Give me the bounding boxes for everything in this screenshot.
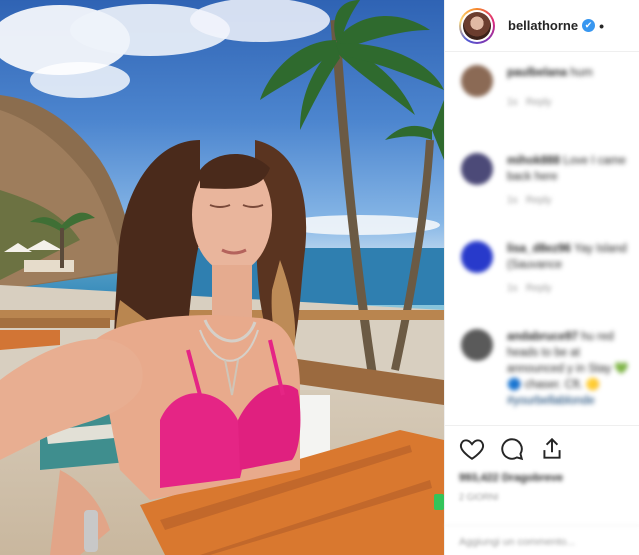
add-comment-input[interactable]: Aggiungi un commento... (445, 525, 639, 555)
comment-text: paulbelana hum (507, 65, 631, 81)
comment-author[interactable]: andabruce97 (507, 331, 578, 343)
commenter-avatar[interactable] (461, 153, 493, 185)
commenter-avatar[interactable] (461, 329, 493, 361)
beach-photo-illustration (0, 0, 444, 555)
comment-author[interactable]: lisa_d8ez96 (507, 243, 571, 255)
reply-button[interactable]: Reply (526, 283, 552, 294)
comment-text: andabruce97 hu red heads to be at announ… (507, 329, 631, 409)
post-header: bellathorne ✔ • (445, 0, 639, 52)
comment-item: andabruce97 hu red heads to be at announ… (445, 319, 639, 419)
share-icon[interactable] (539, 436, 565, 462)
comment-meta: 1s Reply (507, 195, 551, 206)
comment-item: mihok888 Love I came back here 1s Reply (445, 143, 639, 231)
avatar[interactable] (459, 7, 495, 44)
post-side-panel: bellathorne ✔ • paulbelana hum 1s Reply … (444, 0, 639, 555)
comment-text: mihok888 Love I came back here (507, 153, 631, 185)
comment-meta: 1s Reply (507, 283, 551, 294)
reply-button[interactable]: Reply (526, 97, 552, 108)
username-link[interactable]: bellathorne (508, 18, 578, 33)
avatar-image (463, 11, 491, 40)
avatar-inner (461, 9, 493, 42)
comment-author[interactable]: mihok888 (507, 155, 560, 167)
comment-author[interactable]: paulbelana (507, 67, 567, 79)
comment-icon[interactable] (499, 436, 525, 462)
comment-meta: 1s Reply (507, 97, 551, 108)
comment-item: paulbelana hum 1s Reply (445, 55, 639, 143)
comment-item: lisa_d8ez96 Yay Island (Sauvance 1s Repl… (445, 231, 639, 319)
hashtag-link[interactable]: #yourbellablonde (507, 395, 595, 407)
scroll-indicator (434, 494, 444, 510)
verified-badge-icon: ✔ (582, 19, 596, 32)
reply-button[interactable]: Reply (526, 195, 552, 206)
heart-icon[interactable] (459, 436, 485, 462)
comment-time: 1s (507, 195, 518, 206)
post-actions: 993,422 Dragobreve 2 giorni Aggiungi un … (445, 425, 639, 555)
comment-body: hum (570, 67, 593, 79)
more-options-dot[interactable]: • (599, 18, 604, 34)
post-timestamp: 2 giorni (459, 492, 499, 502)
comment-time: 1s (507, 283, 518, 294)
comment-time: 1s (507, 97, 518, 108)
commenter-avatar[interactable] (461, 65, 493, 97)
action-buttons (459, 436, 565, 462)
post-photo[interactable] (0, 0, 444, 555)
likes-count[interactable]: 993,422 Dragobreve (459, 472, 563, 484)
commenter-avatar[interactable] (461, 241, 493, 273)
comment-text: lisa_d8ez96 Yay Island (Sauvance (507, 241, 631, 273)
comments-list: paulbelana hum 1s Reply mihok888 Love I … (445, 55, 639, 419)
